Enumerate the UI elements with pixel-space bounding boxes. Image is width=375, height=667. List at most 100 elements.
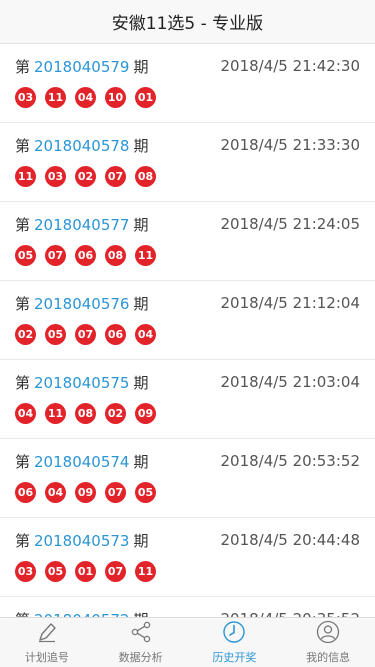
issue-prefix: 第 <box>15 57 31 76</box>
draw-row[interactable]: 第 2018040578 期 2018/4/5 21:33:30 11 03 02 07 08 <box>0 123 375 202</box>
tab-label: 我的信息 <box>306 651 351 664</box>
issue-label: 第 2018040578 期 <box>15 135 148 156</box>
number-ball: 04 <box>45 482 66 503</box>
number-ball: 01 <box>75 561 96 582</box>
issue-label: 第 2018040577 期 <box>15 214 148 235</box>
number-ball: 06 <box>105 324 126 345</box>
number-ball: 11 <box>135 561 156 582</box>
number-ball: 05 <box>15 245 36 266</box>
draw-time: 2018/4/5 20:53:52 <box>220 452 360 470</box>
number-ball: 02 <box>15 324 36 345</box>
issue-number-link[interactable]: 2018040574 <box>34 453 129 471</box>
winning-numbers: 11 03 02 07 08 <box>15 166 360 187</box>
issue-suffix: 期 <box>133 373 149 392</box>
tab-history[interactable]: 历史开奖 <box>188 618 282 667</box>
issue-label: 第 2018040573 期 <box>15 530 148 551</box>
page-title: 安徽11选5 - 专业版 <box>111 14 264 34</box>
app: 安徽11选5 - 专业版 第 2018040579 期 2018/4/5 21:42:… <box>0 0 375 667</box>
number-ball: 11 <box>45 87 66 108</box>
draw-time: 2018/4/5 21:33:30 <box>220 136 360 154</box>
number-ball: 03 <box>45 166 66 187</box>
issue-prefix: 第 <box>15 294 31 313</box>
draw-time: 2018/4/5 20:35:52 <box>220 610 360 617</box>
draw-time: 2018/4/5 21:12:04 <box>220 294 360 312</box>
number-ball: 08 <box>105 245 126 266</box>
draw-row[interactable]: 第 2018040573 期 2018/4/5 20:44:48 03 05 01 07 11 <box>0 518 375 597</box>
number-ball: 05 <box>45 324 66 345</box>
issue-suffix: 期 <box>133 294 149 313</box>
number-ball: 05 <box>135 482 156 503</box>
tab-profile[interactable]: 我的信息 <box>281 618 375 667</box>
issue-suffix: 期 <box>133 215 149 234</box>
pencil-icon <box>35 620 59 649</box>
draw-row[interactable]: 第 2018040574 期 2018/4/5 20:53:52 06 04 09 07 05 <box>0 439 375 518</box>
issue-suffix: 期 <box>133 452 149 471</box>
share-icon <box>129 620 153 649</box>
winning-numbers: 06 04 09 07 05 <box>15 482 360 503</box>
number-ball: 08 <box>135 166 156 187</box>
draw-row-header: 第 2018040575 期 2018/4/5 21:03:04 <box>15 371 360 393</box>
issue-label: 第2018040572期 <box>15 609 148 618</box>
draw-history-list[interactable]: 第 2018040579 期 2018/4/5 21:42:30 03 11 04 10 01 第… <box>0 44 375 617</box>
draw-time: 2018/4/5 21:42:30 <box>220 57 360 75</box>
number-ball: 11 <box>135 245 156 266</box>
draw-row-header: 第 2018040574 期 2018/4/5 20:53:52 <box>15 450 360 472</box>
number-ball: 06 <box>15 482 36 503</box>
issue-number-link[interactable]: 2018040573 <box>34 532 129 550</box>
draw-row-header: 第 2018040576 期 2018/4/5 21:12:04 <box>15 292 360 314</box>
winning-numbers: 03 11 04 10 01 <box>15 87 360 108</box>
number-ball: 09 <box>135 403 156 424</box>
number-ball: 03 <box>15 87 36 108</box>
issue-label: 第 2018040574 期 <box>15 451 148 472</box>
draw-row[interactable]: 第 2018040575 期 2018/4/5 21:03:04 04 11 08 02 09 <box>0 360 375 439</box>
winning-numbers: 05 07 06 08 11 <box>15 245 360 266</box>
draw-row-header: 第 2018040578 期 2018/4/5 21:33:30 <box>15 134 360 156</box>
tab-label: 计划追号 <box>24 651 69 664</box>
number-ball: 07 <box>105 166 126 187</box>
tab-plan[interactable]: 计划追号 <box>0 618 94 667</box>
winning-numbers: 03 05 01 07 11 <box>15 561 360 582</box>
tab-label: 历史开奖 <box>212 651 257 664</box>
winning-numbers: 02 05 07 06 04 <box>15 324 360 345</box>
draw-row[interactable]: 第 2018040576 期 2018/4/5 21:12:04 02 05 07 06 04 <box>0 281 375 360</box>
draw-row[interactable]: 第 2018040579 期 2018/4/5 21:42:30 03 11 04 10 01 <box>0 44 375 123</box>
user-icon <box>316 620 340 649</box>
number-ball: 08 <box>75 403 96 424</box>
number-ball: 06 <box>75 245 96 266</box>
number-ball: 05 <box>45 561 66 582</box>
header-bar: 安徽11选5 - 专业版 <box>0 0 375 44</box>
issue-number-link[interactable]: 2018040579 <box>34 58 129 76</box>
bottom-tab-bar: 计划追号 数据分析 历史开奖 我的信息 <box>0 617 375 667</box>
issue-suffix: 期 <box>133 57 149 76</box>
tab-label: 数据分析 <box>118 651 163 664</box>
issue-prefix: 第 <box>15 136 31 155</box>
winning-numbers: 04 11 08 02 09 <box>15 403 360 424</box>
draw-row[interactable]: 第 2018040577 期 2018/4/5 21:24:05 05 07 06 08 11 <box>0 202 375 281</box>
issue-label: 第 2018040575 期 <box>15 372 148 393</box>
draw-row[interactable]: 第2018040572期 2018/4/5 20:35:52 <box>0 597 375 617</box>
draw-time: 2018/4/5 20:44:48 <box>220 531 360 549</box>
issue-number-link[interactable]: 2018040578 <box>34 137 129 155</box>
issue-prefix: 第 <box>15 373 31 392</box>
number-ball: 07 <box>75 324 96 345</box>
issue-number-link[interactable]: 2018040576 <box>34 295 129 313</box>
tab-analysis[interactable]: 数据分析 <box>94 618 188 667</box>
issue-number-link[interactable]: 2018040575 <box>34 374 129 392</box>
draw-row-header: 第 2018040577 期 2018/4/5 21:24:05 <box>15 213 360 235</box>
draw-row-header: 第 2018040579 期 2018/4/5 21:42:30 <box>15 55 360 77</box>
number-ball: 10 <box>105 87 126 108</box>
issue-suffix: 期 <box>133 531 149 550</box>
draw-time: 2018/4/5 21:03:04 <box>220 373 360 391</box>
number-ball: 07 <box>45 245 66 266</box>
issue-prefix: 第 <box>15 215 31 234</box>
number-ball: 03 <box>15 561 36 582</box>
issue-number-link[interactable]: 2018040577 <box>34 216 129 234</box>
number-ball: 11 <box>45 403 66 424</box>
issue-label: 第 2018040576 期 <box>15 293 148 314</box>
clock-icon <box>222 620 246 649</box>
number-ball: 09 <box>75 482 96 503</box>
number-ball: 07 <box>105 561 126 582</box>
draw-row-header: 第2018040572期 2018/4/5 20:35:52 <box>15 608 360 617</box>
number-ball: 04 <box>15 403 36 424</box>
issue-prefix: 第 <box>15 531 31 550</box>
